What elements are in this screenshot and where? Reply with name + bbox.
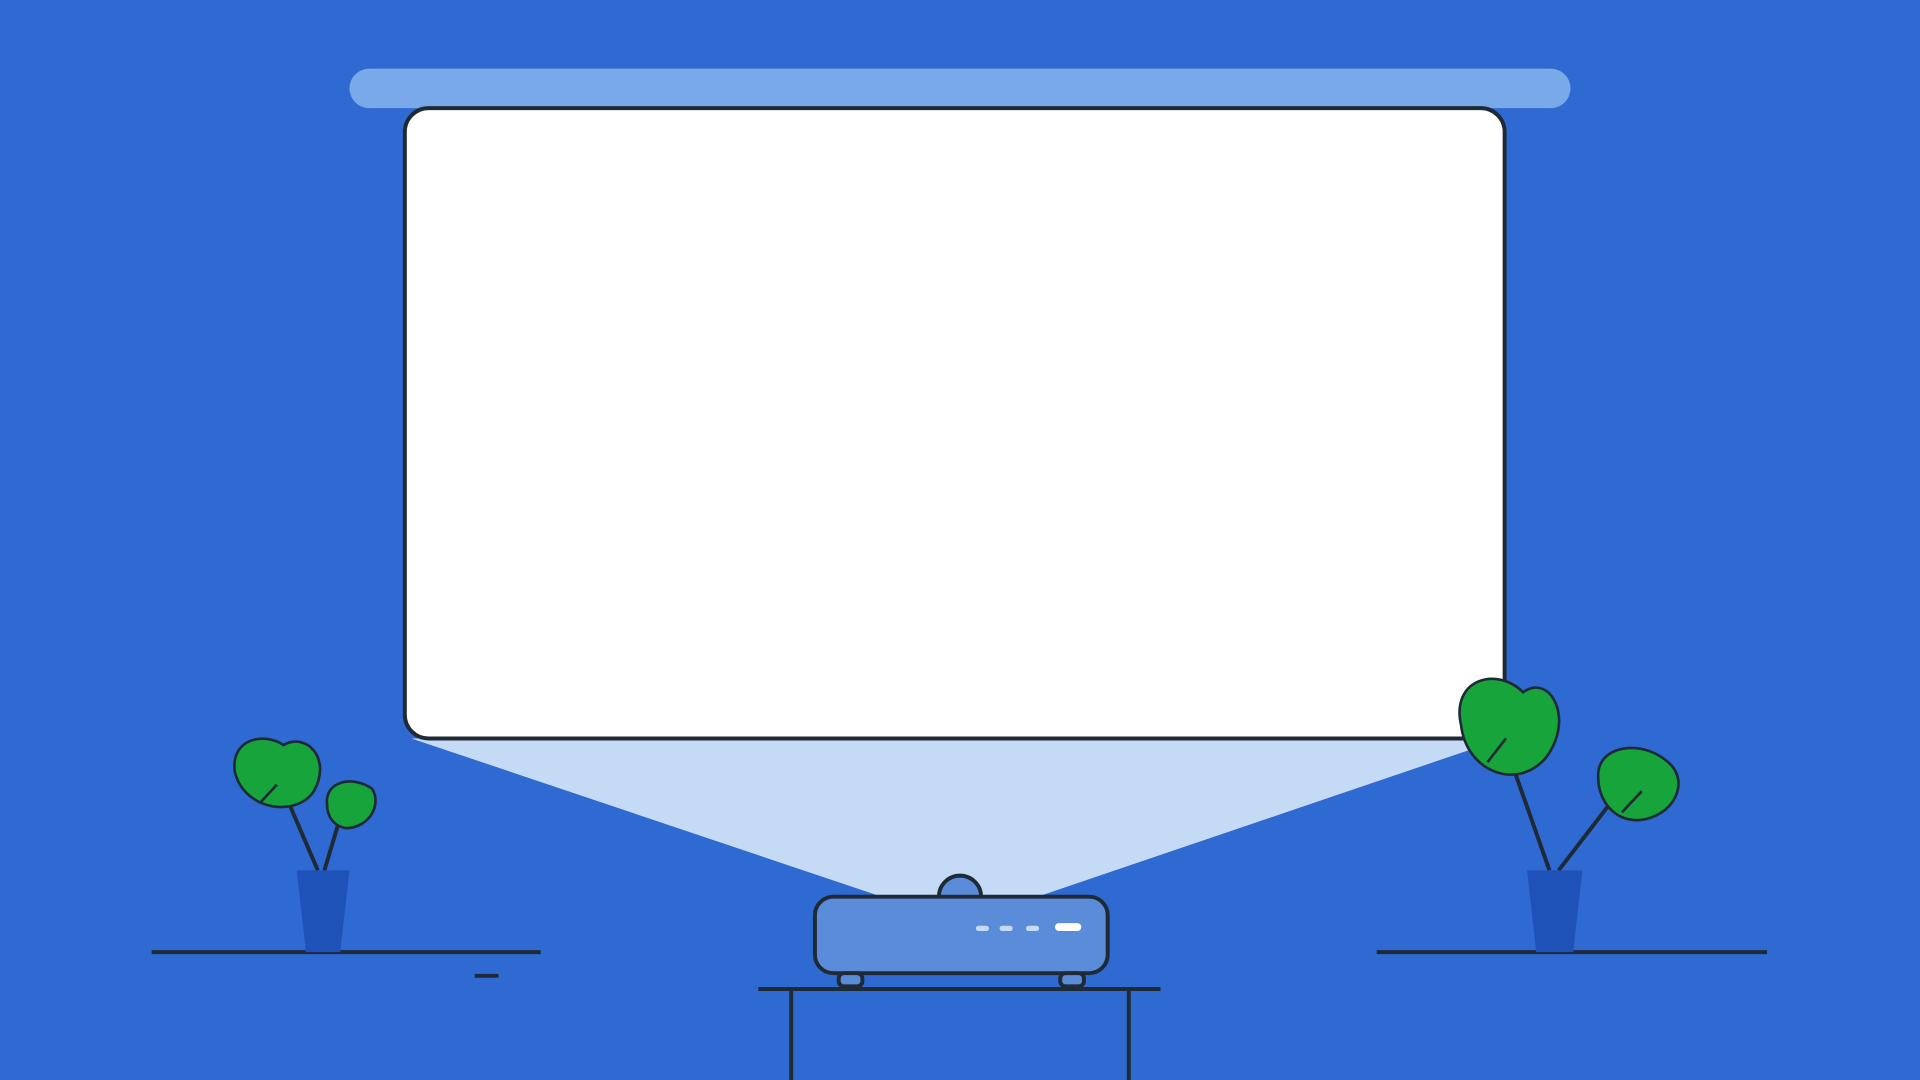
projector-indicator-1 (976, 926, 989, 931)
scene-svg (0, 0, 1920, 1080)
projector-indicator-3 (1026, 926, 1039, 931)
projector-body (815, 897, 1108, 973)
projector-foot-left (839, 973, 863, 986)
projection-screen (405, 108, 1505, 738)
projector-foot-right (1060, 973, 1084, 986)
plant-pot-left (297, 870, 350, 952)
screen-top-bar (349, 69, 1570, 109)
plant-pot-right (1527, 870, 1582, 952)
projector-indicator-2 (1000, 926, 1013, 931)
projector-room-illustration (0, 0, 1920, 1080)
projector-power-light (1055, 923, 1081, 931)
